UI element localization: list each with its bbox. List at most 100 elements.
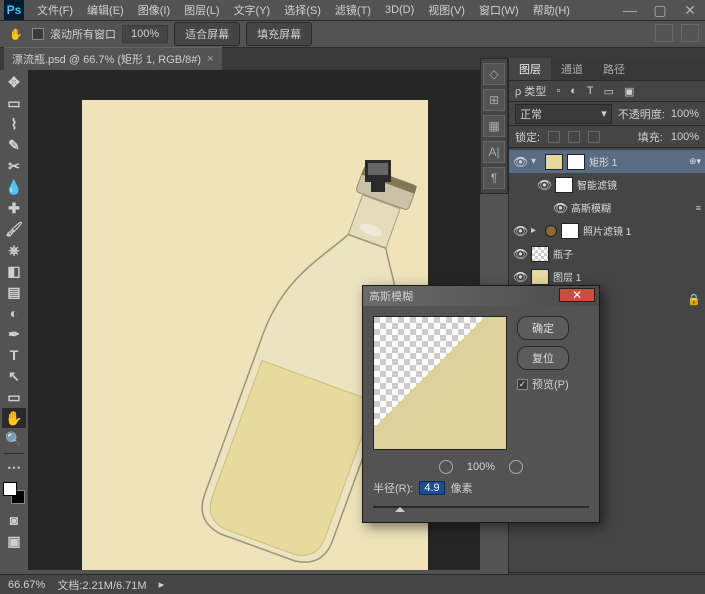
visibility-icon[interactable]: 👁: [513, 270, 527, 284]
ok-button[interactable]: 确定: [517, 316, 569, 340]
window-minimize-button[interactable]: —: [615, 0, 645, 20]
menu-select[interactable]: 选择(S): [277, 0, 328, 20]
preview-checkbox[interactable]: ✓ 预览(P): [517, 376, 569, 392]
properties-panel-icon[interactable]: ⊞: [483, 89, 505, 111]
shape-tool-icon[interactable]: ▭: [2, 387, 26, 407]
dodge-tool-icon[interactable]: ◐: [2, 303, 26, 323]
type-tool-icon[interactable]: T: [2, 345, 26, 365]
crop-tool-icon[interactable]: ✂: [2, 156, 26, 176]
filter-shape-icon[interactable]: ▭: [604, 85, 614, 98]
menu-layer[interactable]: 图层(L): [177, 0, 226, 20]
gradient-tool-icon[interactable]: ▤: [2, 282, 26, 302]
zoom-100-button[interactable]: 100%: [122, 25, 168, 43]
menu-file[interactable]: 文件(F): [30, 0, 80, 20]
layer-name[interactable]: 矩形 1: [589, 154, 617, 169]
quick-select-tool-icon[interactable]: ✎: [2, 135, 26, 155]
paragraph-panel-icon[interactable]: ¶: [483, 167, 505, 189]
lock-position-icon[interactable]: [568, 131, 580, 143]
stamp-tool-icon[interactable]: ⎈: [2, 240, 26, 260]
cancel-button[interactable]: 复位: [517, 346, 569, 370]
layer-name[interactable]: 照片滤镜 1: [583, 223, 631, 238]
lock-all-icon[interactable]: [588, 131, 600, 143]
menu-edit[interactable]: 编辑(E): [80, 0, 131, 20]
tab-paths[interactable]: 路径: [593, 58, 635, 80]
layer-row[interactable]: 👁 智能滤镜: [509, 173, 705, 196]
adjust-icon[interactable]: [545, 225, 557, 237]
layer-row[interactable]: 👁 ▾ 矩形 1 ⊕▾: [509, 150, 705, 173]
smart-filter-mask[interactable]: [555, 177, 573, 193]
fill-value[interactable]: 100%: [671, 131, 699, 143]
scroll-all-checkbox[interactable]: [32, 28, 44, 40]
foreground-color[interactable]: [3, 482, 17, 496]
zoom-tool-icon[interactable]: 🔍: [2, 429, 26, 449]
menu-3d[interactable]: 3D(D): [378, 2, 421, 18]
character-panel-icon[interactable]: A|: [483, 141, 505, 163]
pen-tool-icon[interactable]: ✒: [2, 324, 26, 344]
filter-pixel-icon[interactable]: ▫: [556, 85, 560, 97]
visibility-icon[interactable]: 👁: [553, 201, 567, 215]
move-tool-icon[interactable]: ✥: [2, 72, 26, 92]
layer-row[interactable]: 👁 ▸ 照片滤镜 1: [509, 219, 705, 242]
tab-layers[interactable]: 图层: [509, 58, 551, 80]
history-panel-icon[interactable]: ◇: [483, 63, 505, 85]
visibility-icon[interactable]: 👁: [513, 155, 527, 169]
layer-row[interactable]: 👁 高斯模糊 ≡: [509, 196, 705, 219]
layer-row[interactable]: 👁 瓶子: [509, 242, 705, 265]
zoom-out-icon[interactable]: [439, 460, 453, 474]
layer-thumb[interactable]: [531, 246, 549, 262]
expand-arrow-icon[interactable]: ▸: [531, 225, 541, 236]
screen-mode-icon[interactable]: ▣: [2, 531, 26, 551]
fill-screen-button[interactable]: 填充屏幕: [246, 22, 312, 46]
layer-thumb[interactable]: [531, 269, 549, 285]
filter-options-icon[interactable]: ≡: [696, 203, 701, 213]
lasso-tool-icon[interactable]: ⌇: [2, 114, 26, 134]
layer-name[interactable]: 瓶子: [553, 246, 573, 261]
dialog-titlebar[interactable]: 高斯模糊 ✕: [363, 286, 599, 306]
layer-mask-thumb[interactable]: [567, 154, 585, 170]
layer-name[interactable]: 高斯模糊: [571, 200, 611, 215]
preview-area[interactable]: [373, 316, 507, 450]
menu-help[interactable]: 帮助(H): [526, 0, 577, 20]
marquee-tool-icon[interactable]: ▭: [2, 93, 26, 113]
window-close-button[interactable]: ✕: [675, 0, 705, 20]
menu-type[interactable]: 文字(Y): [227, 0, 278, 20]
healing-brush-tool-icon[interactable]: ✚: [2, 198, 26, 218]
menu-image[interactable]: 图像(I): [131, 0, 177, 20]
hand-tool-icon[interactable]: ✋: [2, 408, 26, 428]
tab-channels[interactable]: 通道: [551, 58, 593, 80]
expand-arrow-icon[interactable]: ▾: [531, 156, 541, 167]
menu-window[interactable]: 窗口(W): [472, 0, 526, 20]
radius-input[interactable]: 4.9: [419, 481, 444, 495]
status-arrow-icon[interactable]: ▸: [159, 578, 165, 591]
opacity-value[interactable]: 100%: [671, 108, 699, 120]
document-tab[interactable]: 漂流瓶.psd @ 66.7% (矩形 1, RGB/8#) ×: [4, 47, 222, 70]
status-doc-size[interactable]: 文档:2.21M/6.71M: [57, 577, 146, 593]
brush-tool-icon[interactable]: 🖌: [2, 219, 26, 239]
visibility-icon[interactable]: 👁: [537, 178, 551, 192]
blend-mode-select[interactable]: 正常▾: [515, 104, 612, 124]
zoom-in-icon[interactable]: [509, 460, 523, 474]
filter-type-icon[interactable]: T: [587, 85, 594, 97]
menu-filter[interactable]: 滤镜(T): [328, 0, 378, 20]
slider-thumb-icon[interactable]: [395, 502, 405, 512]
color-swatch[interactable]: [3, 482, 25, 504]
menu-view[interactable]: 视图(V): [421, 0, 472, 20]
layer-thumb[interactable]: [545, 154, 563, 170]
dialog-close-button[interactable]: ✕: [559, 288, 595, 302]
layer-mask-thumb[interactable]: [561, 223, 579, 239]
status-zoom[interactable]: 66.67%: [8, 579, 45, 591]
filter-smart-icon[interactable]: ▣: [624, 85, 634, 98]
lock-pixels-icon[interactable]: [548, 131, 560, 143]
color-panel-icon[interactable]: ▦: [483, 115, 505, 137]
path-select-tool-icon[interactable]: ↖: [2, 366, 26, 386]
eyedropper-tool-icon[interactable]: 💧: [2, 177, 26, 197]
window-maximize-button[interactable]: ▢: [645, 0, 675, 20]
search-icon[interactable]: [681, 24, 699, 42]
workspace-switcher-icon[interactable]: [655, 24, 673, 42]
radius-slider[interactable]: [373, 502, 589, 512]
quick-mask-icon[interactable]: ◙: [2, 510, 26, 530]
filter-adjust-icon[interactable]: ◐: [570, 85, 577, 97]
fit-screen-button[interactable]: 适合屏幕: [174, 22, 240, 46]
edit-toolbar-icon[interactable]: ⋯: [2, 457, 26, 477]
eraser-tool-icon[interactable]: ◧: [2, 261, 26, 281]
